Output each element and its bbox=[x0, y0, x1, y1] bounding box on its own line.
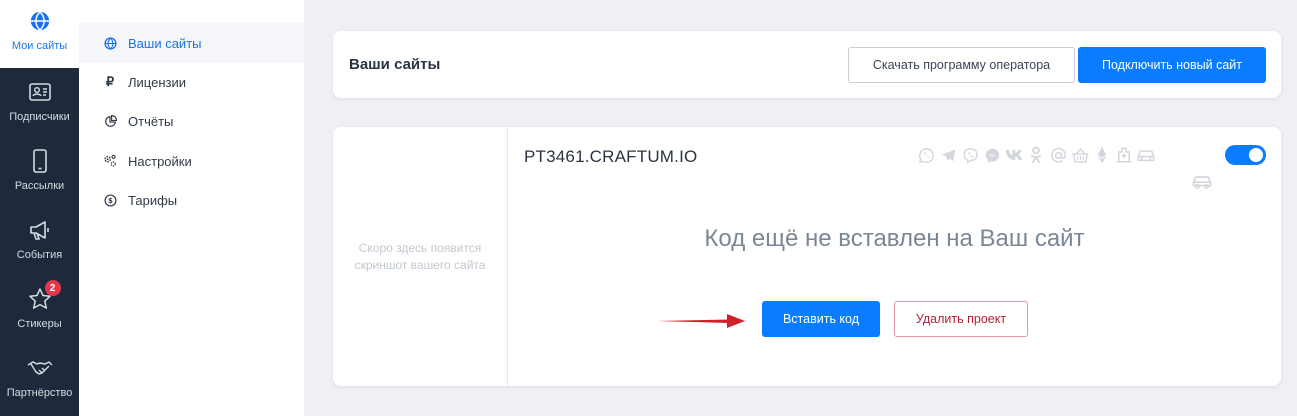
submenu-item-label: Настройки bbox=[128, 153, 192, 169]
submenu-item-settings[interactable]: Настройки bbox=[79, 141, 304, 181]
clinic-icon[interactable] bbox=[1113, 145, 1135, 165]
channel-icons bbox=[915, 145, 1157, 165]
pie-chart-icon bbox=[103, 114, 117, 128]
notification-badge: 2 bbox=[44, 280, 61, 296]
telegram-icon[interactable] bbox=[937, 145, 959, 165]
main-nav-rail: Мои сайты Подписчики Рассылки События 2 … bbox=[0, 0, 79, 416]
toggle-knob bbox=[1249, 148, 1263, 162]
basket-icon[interactable] bbox=[1069, 145, 1091, 165]
submenu-item-reports[interactable]: Отчёты bbox=[79, 101, 304, 141]
ruble-icon: ₽ bbox=[105, 74, 115, 89]
delete-project-button[interactable]: Удалить проект bbox=[894, 301, 1028, 337]
connect-new-site-button[interactable]: Подключить новый сайт bbox=[1078, 47, 1266, 83]
rail-item-stickers[interactable]: 2 Стикеры bbox=[0, 278, 79, 346]
odnoklassniki-icon[interactable] bbox=[1025, 145, 1047, 165]
rail-item-label: Партнёрство bbox=[6, 387, 73, 399]
submenu-item-label: Тарифы bbox=[128, 192, 178, 208]
contacts-card-icon bbox=[27, 79, 53, 105]
submenu-item-your-sites[interactable]: Ваши сайты bbox=[79, 23, 304, 63]
whatsapp-icon[interactable] bbox=[915, 145, 937, 165]
submenu-item-licenses[interactable]: ₽ Лицензии bbox=[79, 62, 304, 102]
rail-item-label: Рассылки bbox=[14, 180, 65, 192]
car-icon[interactable] bbox=[1135, 145, 1157, 165]
rail-item-my-sites[interactable]: Мои сайты bbox=[0, 0, 79, 68]
dollar-circle-icon: $ bbox=[103, 193, 117, 207]
rail-item-subscribers[interactable]: Подписчики bbox=[0, 71, 79, 139]
car-icon[interactable] bbox=[1191, 170, 1213, 190]
site-card: Скоро здесь появится скриншот вашего сай… bbox=[333, 127, 1281, 386]
rail-item-partnership[interactable]: Партнёрство bbox=[0, 347, 79, 415]
rail-item-label: Подписчики bbox=[9, 111, 70, 123]
rail-item-label: Мои сайты bbox=[11, 40, 68, 52]
messenger-icon[interactable] bbox=[981, 145, 1003, 165]
gears-icon bbox=[103, 154, 117, 168]
handshake-icon bbox=[27, 355, 53, 381]
submenu-item-tariffs[interactable]: $ Тарифы bbox=[79, 180, 304, 220]
viber-icon[interactable] bbox=[959, 145, 981, 165]
rail-item-label: Стикеры bbox=[17, 318, 62, 330]
code-not-installed-notice: Код ещё не вставлен на Ваш сайт bbox=[704, 225, 1085, 252]
site-domain: PT3461.CRAFTUM.IO bbox=[524, 147, 698, 166]
submenu-item-label: Ваши сайты bbox=[128, 35, 202, 51]
site-screenshot-placeholder: Скоро здесь появится скриншот вашего сай… bbox=[333, 127, 508, 386]
vk-icon[interactable] bbox=[1003, 145, 1025, 165]
submenu-item-label: Лицензии bbox=[128, 74, 186, 90]
megaphone-icon bbox=[27, 217, 53, 243]
download-operator-app-button[interactable]: Скачать программу оператора bbox=[848, 47, 1075, 83]
star-icon: 2 bbox=[27, 280, 61, 312]
svg-text:$: $ bbox=[108, 195, 113, 204]
site-enabled-toggle[interactable] bbox=[1225, 145, 1266, 165]
pointer-arrow-icon bbox=[657, 314, 745, 328]
globe-icon bbox=[103, 36, 117, 50]
sites-submenu: Ваши сайты ₽ Лицензии Отчёты Настройки $… bbox=[79, 0, 304, 416]
rail-item-events[interactable]: События bbox=[0, 209, 79, 277]
rail-item-mailings[interactable]: Рассылки bbox=[0, 140, 79, 208]
page-title: Ваши сайты bbox=[349, 56, 441, 73]
email-icon[interactable] bbox=[1047, 145, 1069, 165]
sites-header-card: Ваши сайты Скачать программу оператора П… bbox=[333, 31, 1281, 98]
ethereum-icon[interactable] bbox=[1091, 145, 1113, 165]
insert-code-button[interactable]: Вставить код bbox=[762, 301, 880, 337]
mobile-phone-icon bbox=[27, 148, 53, 174]
globe-icon bbox=[27, 8, 53, 34]
submenu-item-label: Отчёты bbox=[128, 113, 174, 129]
preview-placeholder-text: Скоро здесь появится скриншот вашего сай… bbox=[354, 240, 486, 272]
rail-item-label: События bbox=[16, 249, 63, 261]
